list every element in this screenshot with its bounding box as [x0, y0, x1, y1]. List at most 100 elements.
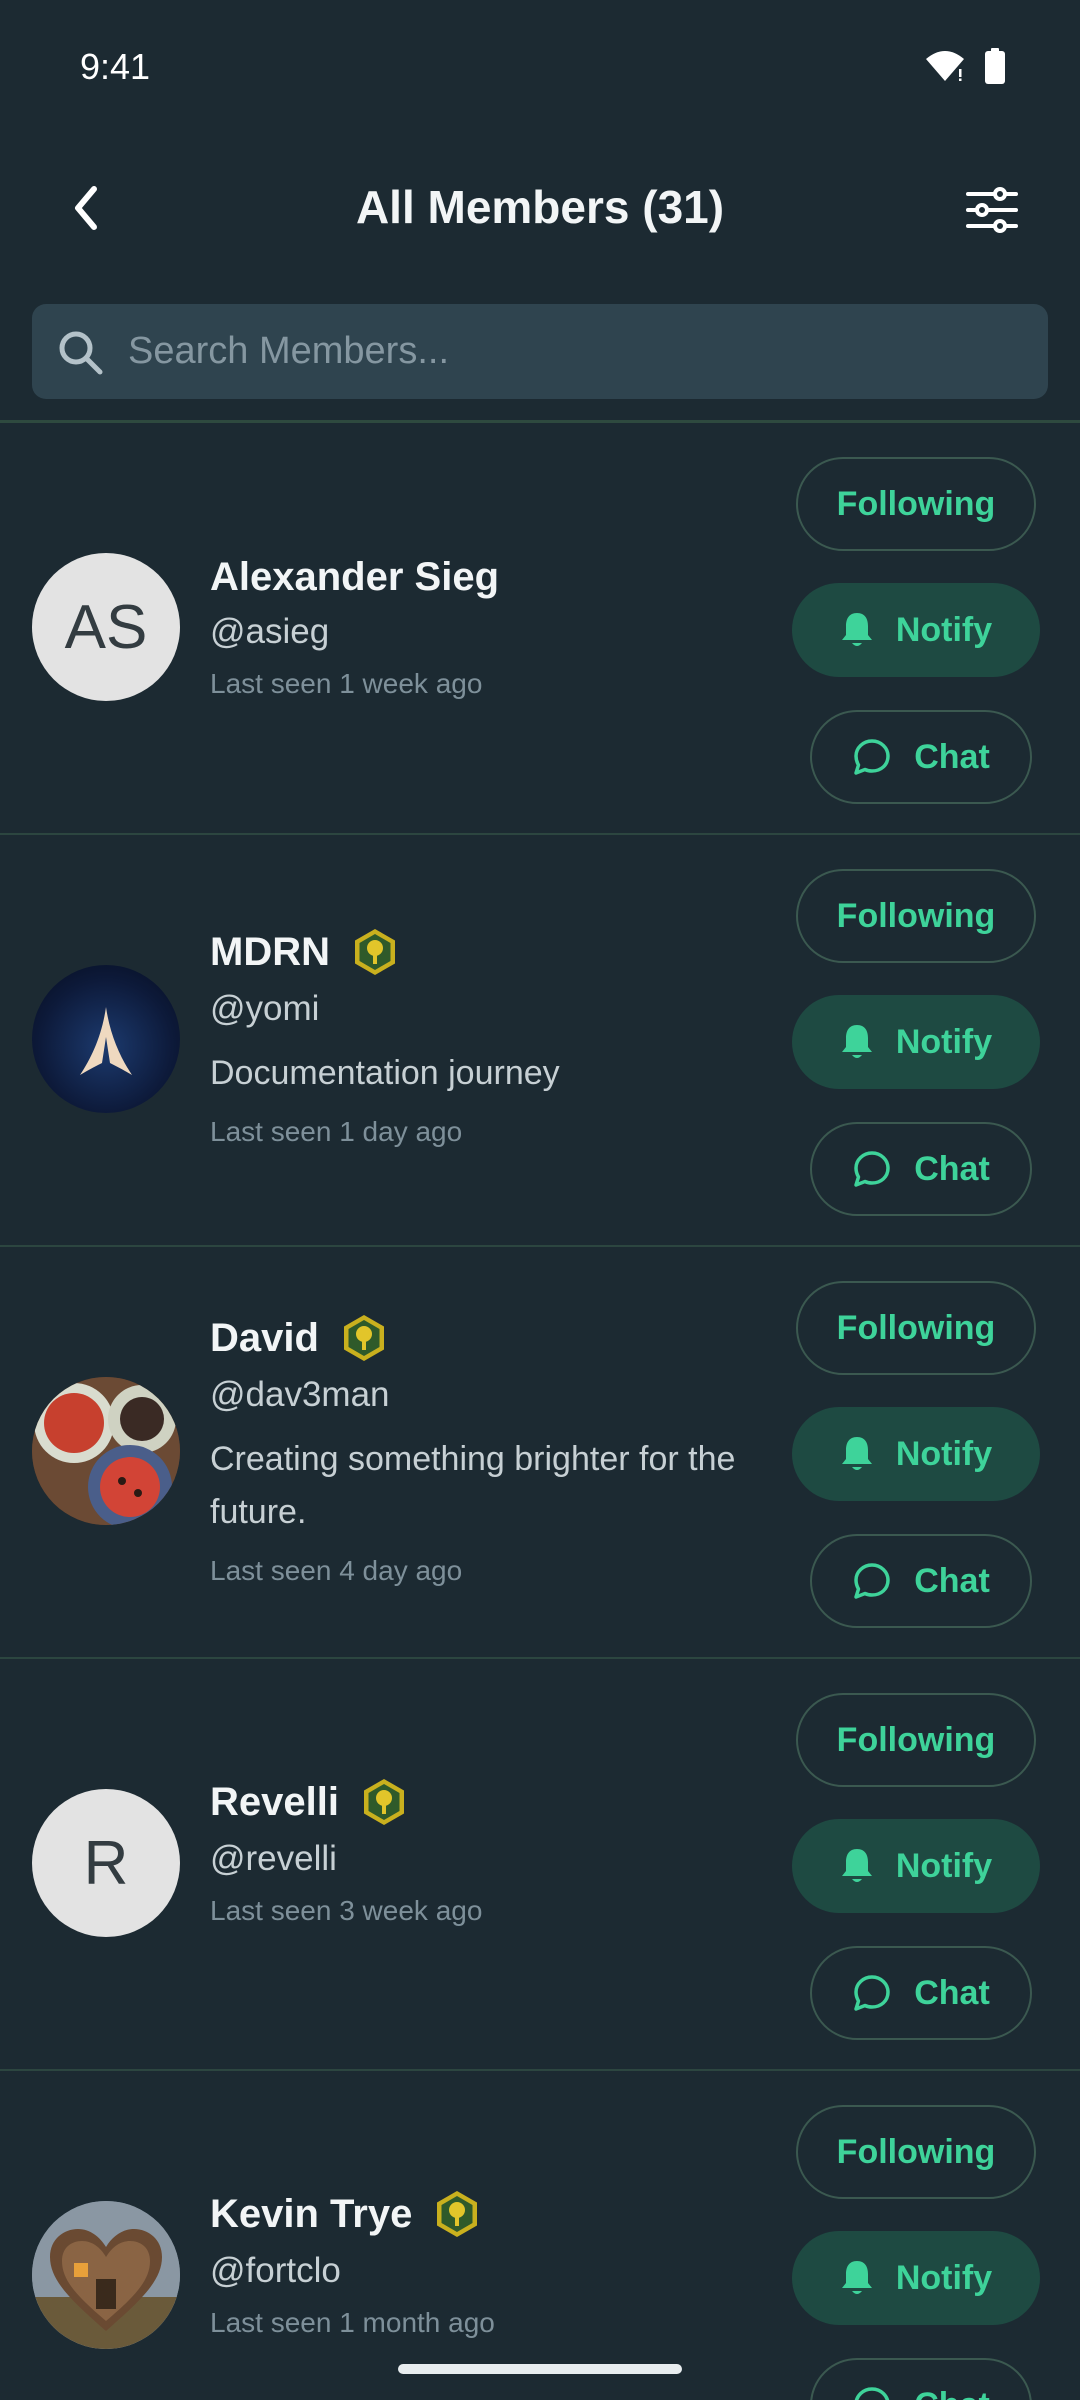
notify-button[interactable]: Notify: [792, 1407, 1040, 1501]
filter-button[interactable]: [960, 178, 1024, 242]
verified-badge-icon: [354, 929, 395, 975]
last-seen: Last seen 3 week ago: [210, 1895, 483, 1926]
name-line: MDRN: [210, 927, 780, 977]
fruit-plates-photo: [32, 1377, 180, 1525]
member-row[interactable]: R Revelli @revelli Last seen 3 week ago …: [0, 1659, 1080, 2071]
chat-button[interactable]: Chat: [810, 1122, 1032, 1216]
search-bar[interactable]: [32, 304, 1048, 399]
chat-bubble-icon: [854, 1563, 890, 1599]
search-icon: [59, 331, 103, 374]
avatar-initials: R: [83, 1828, 129, 1898]
bell-icon: [841, 1437, 872, 1470]
chat-bubble-icon: [854, 1151, 890, 1187]
status-time: 9:41: [80, 46, 151, 87]
avatar[interactable]: [32, 2201, 180, 2349]
avatar[interactable]: AS: [32, 553, 180, 701]
member-handle: @revelli: [210, 1839, 337, 1878]
battery-icon: [985, 48, 1005, 84]
name-line: Kevin Trye: [210, 2189, 780, 2239]
member-name: Alexander Sieg: [210, 555, 500, 599]
last-seen: Last seen 1 month ago: [210, 2307, 495, 2338]
notify-button[interactable]: Notify: [792, 2231, 1040, 2325]
member-actions: Following Notify Chat: [780, 2071, 1080, 2400]
wifi-icon: [926, 51, 964, 81]
last-seen: Last seen 1 week ago: [210, 668, 483, 699]
bell-icon: [841, 2261, 872, 2294]
chat-button[interactable]: Chat: [810, 710, 1032, 804]
notify-button[interactable]: Notify: [792, 995, 1040, 1089]
chat-bubble-icon: [855, 2387, 890, 2400]
member-actions: Following Notify Chat: [780, 1659, 1080, 2071]
avatar-initials: AS: [64, 592, 148, 662]
following-button[interactable]: Following: [796, 1281, 1036, 1375]
member-name: Revelli: [210, 1779, 339, 1824]
notify-label: Notify: [895, 1434, 993, 1473]
verified-badge-icon: [363, 1779, 404, 1825]
member-info: Kevin Trye @fortclo Last seen 1 month ag…: [210, 2189, 780, 2339]
member-handle: @dav3man: [210, 1375, 390, 1414]
mdrn-logo: [80, 1007, 132, 1075]
member-bio: Creating something brighter for the futu…: [210, 1440, 736, 1531]
chat-bubble-icon: [854, 1975, 890, 2011]
bell-icon: [841, 1025, 872, 1058]
bell-icon: [841, 1849, 872, 1882]
following-button[interactable]: Following: [796, 2105, 1036, 2199]
verified-badge-icon: [343, 1315, 384, 1361]
member-row[interactable]: AS Alexander Sieg @asieg Last seen 1 wee…: [0, 423, 1080, 835]
member-name: MDRN: [210, 929, 330, 974]
member-actions: Following Notify Chat: [780, 835, 1080, 1247]
avatar[interactable]: [32, 965, 180, 1113]
last-seen: Last seen 1 day ago: [210, 1116, 463, 1147]
search-input[interactable]: [128, 330, 1048, 373]
chat-label: Chat: [914, 1561, 990, 1600]
member-info: Revelli @revelli Last seen 3 week ago: [210, 1777, 780, 1927]
member-row[interactable]: MDRN @yomi Documentation journey Last se…: [0, 835, 1080, 1247]
name-line: Revelli: [210, 1777, 780, 1827]
notify-button[interactable]: Notify: [792, 1819, 1040, 1913]
member-list: AS Alexander Sieg @asieg Last seen 1 wee…: [0, 423, 1080, 2400]
last-seen: Last seen 4 day ago: [210, 1555, 463, 1586]
member-handle: @asieg: [210, 612, 330, 651]
chat-button[interactable]: Chat: [810, 2358, 1032, 2400]
chat-bubble-icon: [854, 739, 890, 775]
name-line: David: [210, 1313, 780, 1363]
sliders-icon: [966, 187, 1018, 233]
member-row[interactable]: Kevin Trye @fortclo Last seen 1 month ag…: [0, 2071, 1080, 2400]
header: All Members (31): [0, 150, 1080, 270]
members-screen: 9:41 All Members (31) Search Members... …: [0, 0, 1080, 2400]
heart-house-photo: [32, 2201, 180, 2349]
avatar[interactable]: R: [32, 1789, 180, 1937]
member-info: David @dav3man Creating something bright…: [210, 1313, 780, 1587]
member-info: MDRN @yomi Documentation journey Last se…: [210, 927, 780, 1148]
notify-button[interactable]: Notify: [792, 583, 1040, 677]
notify-label: Notify: [895, 2258, 993, 2297]
chat-label: Chat: [914, 1149, 990, 1188]
chat-button[interactable]: Chat: [810, 1946, 1032, 2040]
page-title: All Members (31): [355, 181, 725, 233]
member-handle: @yomi: [210, 989, 320, 1028]
member-row[interactable]: David @dav3man Creating something bright…: [0, 1247, 1080, 1659]
following-button[interactable]: Following: [796, 1693, 1036, 1787]
chat-button[interactable]: Chat: [810, 1534, 1032, 1628]
member-actions: Following Notify Chat: [780, 1247, 1080, 1659]
chat-label: Chat: [914, 737, 990, 776]
notify-label: Notify: [895, 1022, 993, 1061]
avatar[interactable]: [32, 1377, 180, 1525]
name-line: Alexander Sieg: [210, 555, 780, 600]
notify-label: Notify: [895, 610, 993, 649]
status-bar: 9:41: [0, 0, 1080, 135]
notify-label: Notify: [895, 1846, 993, 1885]
chat-label: Chat: [914, 2386, 990, 2400]
home-indicator[interactable]: [398, 2364, 682, 2374]
chat-label: Chat: [914, 1973, 990, 2012]
following-button[interactable]: Following: [796, 457, 1036, 551]
member-name: Kevin Trye: [210, 2191, 413, 2236]
member-bio: Documentation journey: [210, 1054, 560, 1092]
member-name: David: [210, 1315, 319, 1360]
member-handle: @fortclo: [210, 2251, 341, 2290]
member-actions: Following Notify Chat: [780, 423, 1080, 835]
member-info: Alexander Sieg @asieg Last seen 1 week a…: [210, 555, 780, 700]
bell-icon: [841, 613, 872, 646]
following-button[interactable]: Following: [796, 869, 1036, 963]
verified-badge-icon: [437, 2191, 478, 2237]
